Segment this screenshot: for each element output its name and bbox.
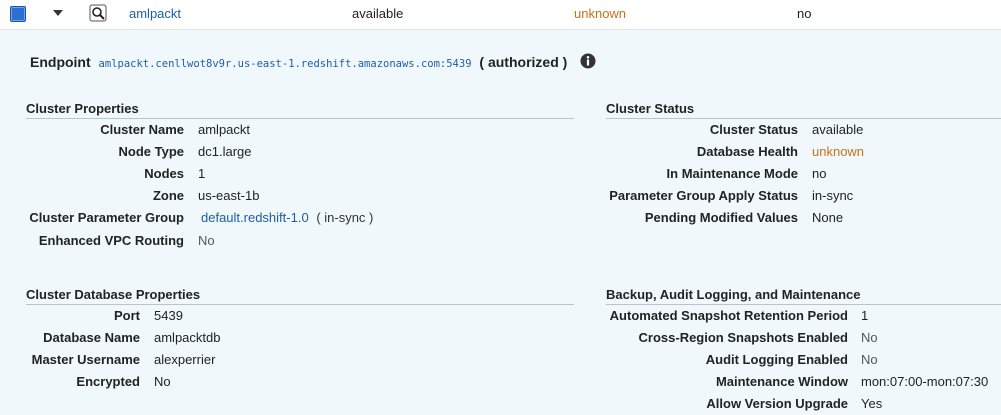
row-select-checkbox[interactable]: [10, 6, 26, 22]
magnifier-icon[interactable]: [89, 4, 107, 22]
endpoint-label: Endpoint: [30, 54, 91, 70]
parameter-group-sync: ( in-sync ): [316, 210, 374, 225]
info-icon[interactable]: [580, 53, 596, 69]
cluster-status-title: Cluster Status: [606, 101, 1001, 119]
cluster-properties-title: Cluster Properties: [26, 101, 574, 119]
endpoint-url[interactable]: amlpackt.cenllwot8v9r.us-east-1.redshift…: [99, 58, 472, 70]
parameter-group-link[interactable]: default.redshift-1.0: [201, 210, 309, 225]
database-properties-title: Cluster Database Properties: [26, 287, 574, 305]
backup-title: Backup, Audit Logging, and Maintenance: [606, 287, 1001, 305]
cluster-row[interactable]: amlpackt available unknown no: [0, 0, 1001, 30]
row-db-health: unknown: [574, 6, 627, 21]
endpoint-line: Endpoint amlpackt.cenllwot8v9r.us-east-1…: [30, 52, 567, 72]
endpoint-auth: ( authorized ): [479, 54, 568, 70]
chevron-down-icon[interactable]: [53, 10, 63, 16]
row-maintenance: no: [797, 6, 812, 21]
row-cluster-status: available: [352, 6, 404, 21]
cluster-name-link[interactable]: amlpackt: [129, 6, 181, 22]
